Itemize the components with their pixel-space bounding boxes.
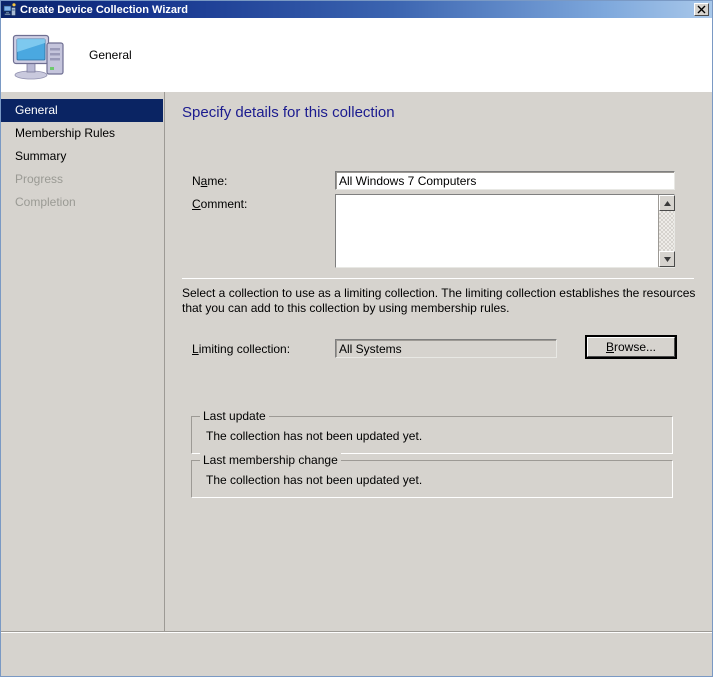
sidebar-item-label: Progress [15, 172, 64, 186]
name-input[interactable] [335, 171, 675, 190]
wizard-step-list: General Membership Rules Summary Progres… [1, 92, 163, 631]
wizard-header: General [1, 18, 712, 92]
computer-icon [11, 29, 67, 81]
title-bar: Create Device Collection Wizard [1, 1, 712, 18]
limiting-collection-label: Limiting collection: [192, 342, 290, 356]
limiting-label-post: imiting collection: [198, 342, 291, 356]
limiting-collection-value: All Systems [335, 339, 557, 358]
close-button[interactable] [694, 3, 709, 16]
sidebar-item-progress: Progress [1, 168, 163, 191]
scroll-down-button[interactable] [659, 251, 675, 267]
scrollbar-track[interactable] [659, 211, 674, 251]
comment-label-accel: C [192, 197, 201, 211]
browse-button-face: Browse... [587, 337, 675, 357]
wizard-footer: ? windows-noob.com < Previous Next > Sum… [1, 633, 712, 676]
last-update-group: Last update The collection has not been … [191, 409, 673, 454]
wizard-content: Specify details for this collection Name… [165, 92, 712, 631]
browse-button[interactable]: Browse... [585, 335, 677, 359]
sidebar-item-label: Membership Rules [15, 126, 116, 140]
name-label: Name: [192, 174, 227, 188]
comment-field-wrap [335, 194, 675, 268]
close-icon [697, 5, 706, 14]
last-membership-change-group: Last membership change The collection ha… [191, 453, 673, 498]
last-membership-change-title: Last membership change [200, 453, 341, 467]
comment-label: Comment: [192, 197, 247, 211]
sidebar-item-summary[interactable]: Summary [1, 145, 163, 168]
name-label-post: me: [207, 174, 228, 188]
triangle-down-icon [663, 256, 671, 262]
sidebar-item-membership-rules[interactable]: Membership Rules [1, 122, 163, 145]
sidebar-item-label: General [15, 103, 58, 117]
name-label-pre: N [192, 174, 201, 188]
section-separator [182, 278, 694, 279]
page-title: Specify details for this collection [182, 104, 395, 121]
sidebar-item-label: Summary [15, 149, 67, 163]
sidebar-item-completion: Completion [1, 191, 163, 214]
sidebar-item-label: Completion [15, 195, 76, 209]
browse-label-accel: B [605, 340, 614, 354]
comment-scrollbar[interactable] [658, 195, 675, 267]
window-title: Create Device Collection Wizard [20, 3, 189, 16]
browse-label-post: rowse... [614, 340, 657, 354]
limiting-label-accel: L [192, 342, 199, 356]
header-label: General [89, 48, 132, 62]
sidebar-item-general[interactable]: General [1, 99, 163, 122]
limiting-collection-description: Select a collection to use as a limiting… [182, 286, 696, 315]
computer-wizard-icon [3, 2, 17, 17]
comment-input[interactable] [336, 195, 658, 267]
scroll-up-button[interactable] [659, 195, 675, 211]
last-update-title: Last update [200, 409, 269, 423]
wizard-window: Create Device Collection Wizard General [0, 0, 713, 677]
triangle-up-icon [663, 200, 671, 206]
comment-label-post: omment: [200, 197, 248, 211]
